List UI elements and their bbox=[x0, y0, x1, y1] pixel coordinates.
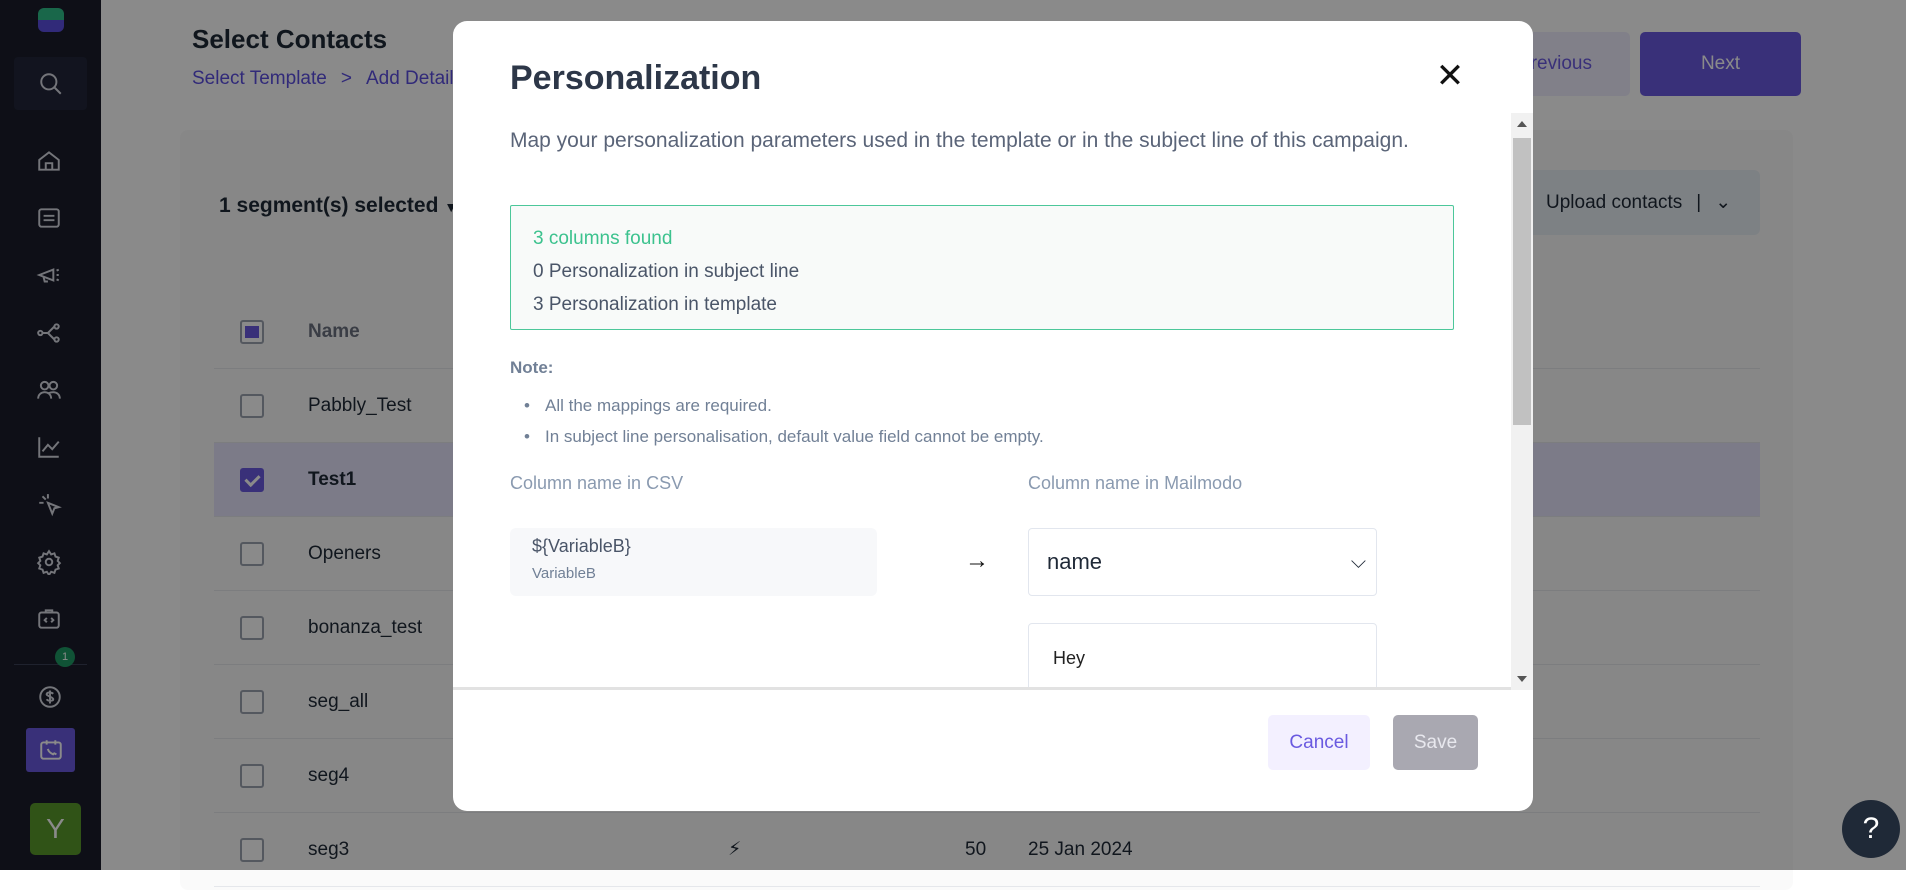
modal-body: Map your personalization parameters used… bbox=[453, 113, 1511, 690]
mailmodo-column-header: Column name in Mailmodo bbox=[1028, 473, 1243, 493]
scroll-down-icon[interactable] bbox=[1517, 676, 1527, 682]
modal-scrollbar[interactable] bbox=[1511, 113, 1533, 690]
arrow-right-icon: → bbox=[965, 547, 989, 574]
cancel-button[interactable]: Cancel bbox=[1268, 715, 1370, 770]
chevron-down-icon: ⌵ bbox=[1350, 550, 1366, 573]
scrollbar-thumb[interactable] bbox=[1513, 138, 1531, 425]
selected-value: name bbox=[1047, 549, 1103, 574]
close-icon[interactable]: ✕ bbox=[1435, 59, 1465, 93]
csv-variable: ${VariableB} VariableB bbox=[510, 528, 877, 596]
csv-column-header: Column name in CSV bbox=[510, 473, 684, 493]
modal-description: Map your personalization parameters used… bbox=[510, 129, 1409, 152]
default-value-input[interactable]: Hey bbox=[1028, 623, 1377, 687]
note-item: In subject line personalisation, default… bbox=[524, 427, 1044, 447]
help-button[interactable]: ? bbox=[1842, 800, 1900, 858]
save-button[interactable]: Save bbox=[1393, 715, 1478, 770]
mailmodo-column-select[interactable]: name ⌵ bbox=[1028, 528, 1377, 596]
variable-placeholder: ${VariableB} bbox=[532, 536, 631, 556]
personalization-modal: Personalization ✕ Map your personalizati… bbox=[453, 21, 1533, 811]
columns-found: 3 columns found bbox=[533, 228, 673, 249]
template-count: 3 Personalization in template bbox=[533, 294, 777, 315]
scroll-up-icon[interactable] bbox=[1517, 121, 1527, 127]
note-item: All the mappings are required. bbox=[524, 396, 772, 416]
variable-name: VariableB bbox=[532, 565, 596, 582]
columns-summary: 3 columns found 0 Personalization in sub… bbox=[510, 205, 1454, 330]
modal-title: Personalization bbox=[510, 59, 762, 97]
subject-line-count: 0 Personalization in subject line bbox=[533, 261, 800, 282]
note-label: Note: bbox=[510, 358, 554, 377]
